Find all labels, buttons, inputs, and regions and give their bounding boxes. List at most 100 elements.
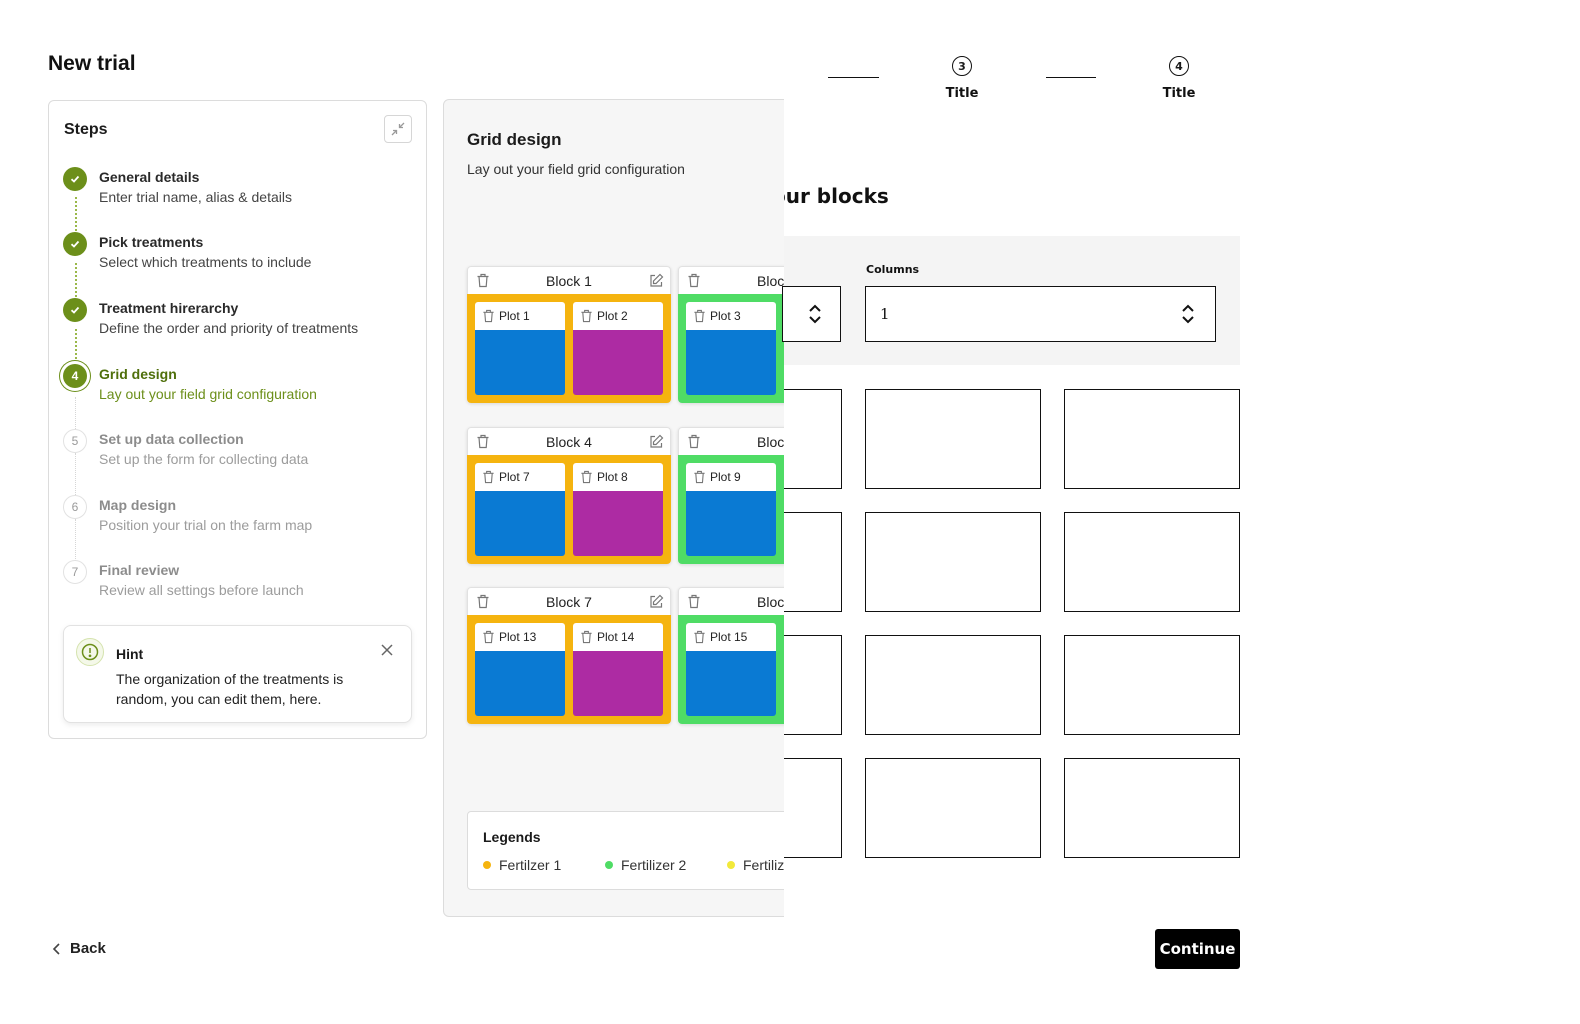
grid-cell[interactable] — [784, 635, 842, 735]
wireframe-heading: our blocks — [784, 184, 889, 208]
plot-header: Plot 8 — [573, 463, 663, 491]
close-icon[interactable] — [379, 642, 395, 658]
trash-icon[interactable] — [580, 309, 593, 323]
legend-item: Fertilizer 2 — [605, 857, 686, 873]
back-label: Back — [70, 940, 106, 957]
stepper-step-number[interactable]: 4 — [1169, 56, 1189, 76]
plot-header: Plot 9 — [686, 463, 776, 491]
step-number: 7 — [63, 560, 87, 584]
plot-header: Plot 1 — [475, 302, 565, 330]
grid-block[interactable]: Bloc Plot 15 — [678, 587, 784, 724]
block-header: Block 7 — [467, 587, 671, 615]
legend-label: Fertilzer 1 — [499, 857, 562, 873]
grid-block[interactable]: Block 4 Plot 7 Plot 8 — [467, 427, 671, 564]
plot-card[interactable]: Plot 1 — [475, 302, 565, 395]
stepper-arrows-icon[interactable] — [1181, 303, 1195, 325]
plot-card[interactable]: Plot 8 — [573, 463, 663, 556]
grid-cell[interactable] — [1064, 758, 1240, 858]
plot-card[interactable]: Plot 2 — [573, 302, 663, 395]
trash-icon[interactable] — [693, 470, 706, 484]
steps-panel: Steps General details Enter trial name, … — [48, 100, 427, 739]
trash-icon[interactable] — [687, 273, 701, 288]
block-body: Plot 7 Plot 8 — [467, 455, 671, 564]
stepper-step-label: Title — [945, 86, 979, 101]
columns-stepper[interactable]: 1 — [865, 286, 1216, 342]
edit-icon[interactable] — [649, 273, 664, 288]
plot-card[interactable]: Plot 9 — [686, 463, 776, 556]
grid-cell[interactable] — [1064, 512, 1240, 612]
grid-cell[interactable] — [1064, 389, 1240, 489]
trash-icon[interactable] — [482, 309, 495, 323]
trash-icon[interactable] — [693, 630, 706, 644]
steps-title: Steps — [64, 121, 108, 138]
step-treatment-hierarchy[interactable]: Treatment hirerarchy Define the order an… — [63, 298, 413, 348]
block-header: Bloc — [678, 266, 784, 294]
plot-card[interactable]: Plot 14 — [573, 623, 663, 716]
grid-design-subtitle: Lay out your field grid configuration — [467, 161, 685, 177]
legend-box: Legends Fertilzer 1 Fertilizer 2 Fertili… — [467, 811, 784, 890]
info-icon — [76, 638, 104, 666]
stepper-step-number[interactable]: 3 — [952, 56, 972, 76]
grid-block[interactable]: Bloc Plot 3 — [678, 266, 784, 403]
plot-card[interactable]: Plot 15 — [686, 623, 776, 716]
plot-card[interactable]: Plot 3 — [686, 302, 776, 395]
trash-icon[interactable] — [693, 309, 706, 323]
check-icon — [63, 232, 87, 256]
grid-cell[interactable] — [865, 512, 1041, 612]
step-data-collection[interactable]: 5 Set up data collection Set up the form… — [63, 429, 413, 479]
grid-block[interactable]: Block 1 Plot 1 Plot 2 — [467, 266, 671, 403]
plot-fill — [686, 491, 776, 556]
block-body: Plot 3 — [678, 294, 784, 403]
trash-icon[interactable] — [482, 470, 495, 484]
block-body: Plot 9 — [678, 455, 784, 564]
grid-block[interactable]: Block 7 Plot 13 Plot 14 — [467, 587, 671, 724]
trash-icon[interactable] — [687, 594, 701, 609]
collapse-button[interactable] — [384, 115, 412, 143]
rows-stepper[interactable] — [782, 286, 841, 342]
step-final-review[interactable]: 7 Final review Review all settings befor… — [63, 560, 413, 610]
grid-cell[interactable] — [1064, 635, 1240, 735]
block-body: Plot 13 Plot 14 — [467, 615, 671, 724]
grid-block[interactable]: Bloc Plot 9 — [678, 427, 784, 564]
trash-icon[interactable] — [482, 630, 495, 644]
plot-fill — [573, 330, 663, 395]
trash-icon[interactable] — [580, 470, 593, 484]
block-header: Block 1 — [467, 266, 671, 294]
columns-label: Columns — [866, 263, 920, 276]
stepper-arrows-icon[interactable] — [808, 303, 822, 325]
step-title: Treatment hirerarchy — [99, 300, 239, 316]
block-body: Plot 1 Plot 2 — [467, 294, 671, 403]
hint-title: Hint — [116, 646, 144, 662]
edit-icon[interactable] — [649, 594, 664, 609]
block-header: Bloc — [678, 427, 784, 455]
grid-design-title: Grid design — [467, 130, 562, 149]
plot-name: Plot 13 — [499, 630, 537, 644]
plot-card[interactable]: Plot 7 — [475, 463, 565, 556]
step-map-design[interactable]: 6 Map design Position your trial on the … — [63, 495, 413, 545]
legend-label: Fertiliz — [743, 857, 784, 873]
block-name: Block 4 — [546, 434, 592, 450]
grid-design-panel: Grid design Lay out your field grid conf… — [443, 99, 784, 917]
plot-header: Plot 7 — [475, 463, 565, 491]
step-pick-treatments[interactable]: Pick treatments Select which treatments … — [63, 232, 413, 282]
grid-cell[interactable] — [784, 389, 842, 489]
continue-button[interactable]: Continue — [1155, 929, 1240, 969]
grid-cell[interactable] — [784, 512, 842, 612]
step-grid-design[interactable]: 4 Grid design Lay out your field grid co… — [63, 364, 413, 414]
stepper-line — [1046, 77, 1096, 78]
page-title: New trial — [48, 52, 136, 75]
grid-cell[interactable] — [865, 389, 1041, 489]
plot-card[interactable]: Plot 13 — [475, 623, 565, 716]
edit-icon[interactable] — [649, 434, 664, 449]
grid-cell[interactable] — [865, 635, 1041, 735]
block-name: Block 7 — [546, 594, 592, 610]
trash-icon[interactable] — [580, 630, 593, 644]
legend-title: Legends — [483, 829, 541, 845]
back-button[interactable]: Back — [52, 940, 106, 957]
grid-cell[interactable] — [865, 758, 1041, 858]
step-general-details[interactable]: General details Enter trial name, alias … — [63, 167, 413, 217]
step-description: Lay out your field grid configuration — [99, 386, 317, 402]
legend-dot — [727, 861, 735, 869]
grid-cell[interactable] — [784, 758, 842, 858]
trash-icon[interactable] — [687, 434, 701, 449]
